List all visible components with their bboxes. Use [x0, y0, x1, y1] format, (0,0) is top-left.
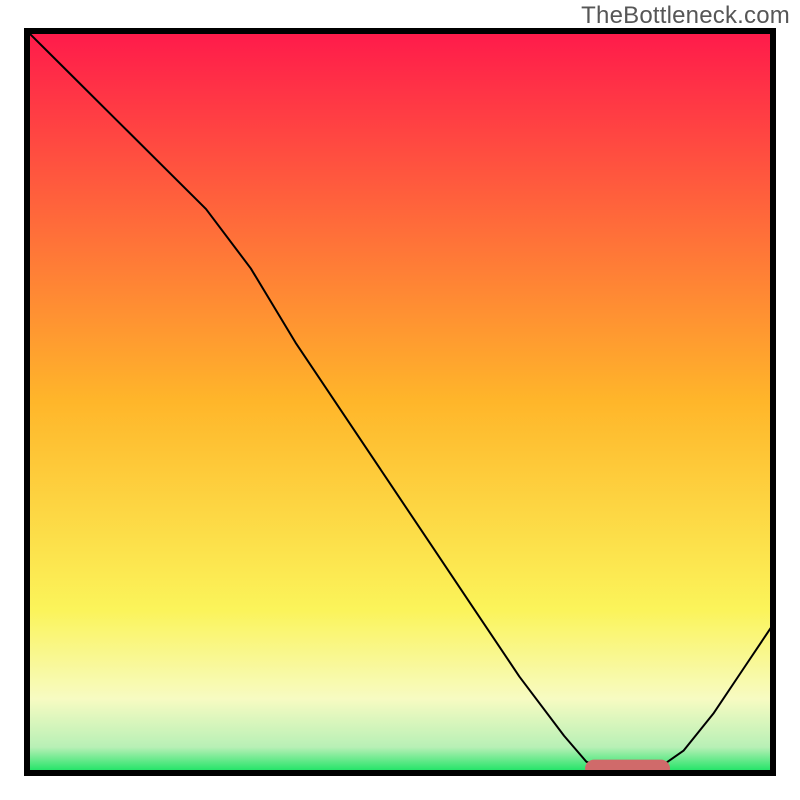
- watermark-label: TheBottleneck.com: [581, 2, 790, 30]
- bottleneck-chart: [24, 28, 776, 776]
